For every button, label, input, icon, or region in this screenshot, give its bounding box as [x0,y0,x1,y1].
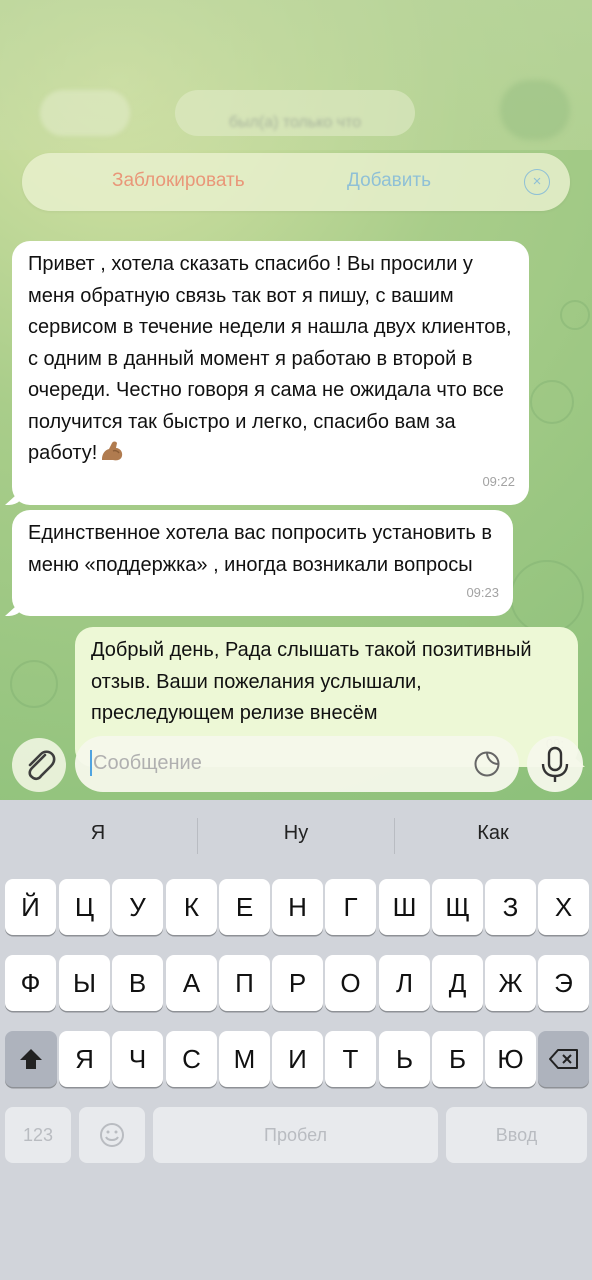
key[interactable]: Е [219,879,270,935]
key[interactable]: Д [432,955,483,1011]
microphone-button[interactable] [527,736,583,792]
wallpaper-doodle [510,560,584,634]
key[interactable]: Т [325,1031,376,1087]
key[interactable]: Ц [59,879,110,935]
block-button[interactable]: Заблокировать [112,170,245,192]
message-input-placeholder: Сообщение [93,752,202,774]
wallpaper-doodle [10,660,58,708]
key[interactable]: Ь [379,1031,430,1087]
flexed-biceps-icon [99,440,125,462]
key[interactable]: О [325,955,376,1011]
space-key[interactable]: Пробел [153,1107,438,1163]
message-text: Единственное хотела вас попросить устано… [28,522,492,576]
add-contact-button[interactable]: Добавить [347,170,431,192]
wallpaper-doodle [560,300,590,330]
emoji-key[interactable] [79,1107,145,1163]
key[interactable]: Э [538,955,589,1011]
key[interactable]: Н [272,879,323,935]
key[interactable]: З [485,879,536,935]
message-time: 09:23 [466,584,499,600]
contact-action-bar: Заблокировать Добавить × [22,153,570,211]
message-input[interactable]: Сообщение [75,736,519,792]
key[interactable]: Ш [379,879,430,935]
key[interactable]: Р [272,955,323,1011]
keyboard: Я Ну Как Й Ц У К Е Н Г Ш Щ З Х Ф Ы В А П… [0,800,592,1280]
key[interactable]: У [112,879,163,935]
key[interactable]: П [219,955,270,1011]
key[interactable]: Ч [112,1031,163,1087]
key[interactable]: Щ [432,879,483,935]
numbers-key[interactable]: 123 [5,1107,71,1163]
message-text: Добрый день, Рада слышать такой позитивн… [91,639,532,724]
key[interactable]: К [166,879,217,935]
key[interactable]: С [166,1031,217,1087]
key[interactable]: М [219,1031,270,1087]
text-caret [90,750,92,776]
key[interactable]: Ы [59,955,110,1011]
chat-header: был(а) только что [0,0,592,150]
avatar[interactable] [500,80,570,140]
last-seen-status: был(а) только что [228,114,362,131]
key[interactable]: Л [379,955,430,1011]
microphone-icon [541,746,569,782]
key[interactable]: Х [538,879,589,935]
wallpaper-doodle [530,380,574,424]
suggestion-item[interactable]: Я [0,822,196,845]
suggestion-item[interactable]: Ну [198,822,394,845]
key[interactable]: Б [432,1031,483,1087]
message-bubble-incoming[interactable]: Единственное хотела вас попросить устано… [12,510,513,616]
key[interactable]: А [166,955,217,1011]
paperclip-icon [28,750,56,781]
message-text: Привет , хотела сказать спасибо ! Вы про… [28,253,512,464]
key[interactable]: Я [59,1031,110,1087]
attach-button[interactable] [12,738,66,792]
shift-key[interactable] [5,1031,57,1087]
key[interactable]: Ж [485,955,536,1011]
sticker-icon[interactable] [473,750,501,778]
key[interactable]: И [272,1031,323,1087]
key[interactable]: Ф [5,955,56,1011]
close-icon[interactable]: × [524,169,550,195]
backspace-icon [548,1049,578,1069]
key[interactable]: В [112,955,163,1011]
message-time: 09:22 [482,473,515,489]
return-key[interactable]: Ввод [446,1107,587,1163]
key[interactable]: Ю [485,1031,536,1087]
message-bubble-incoming[interactable]: Привет , хотела сказать спасибо ! Вы про… [12,241,529,505]
emoji-icon [100,1123,124,1147]
key[interactable]: Й [5,879,56,935]
suggestion-item[interactable]: Как [395,822,591,845]
shift-icon [20,1049,42,1069]
key[interactable]: Г [325,879,376,935]
backspace-key[interactable] [538,1031,589,1087]
back-button[interactable] [40,90,130,136]
